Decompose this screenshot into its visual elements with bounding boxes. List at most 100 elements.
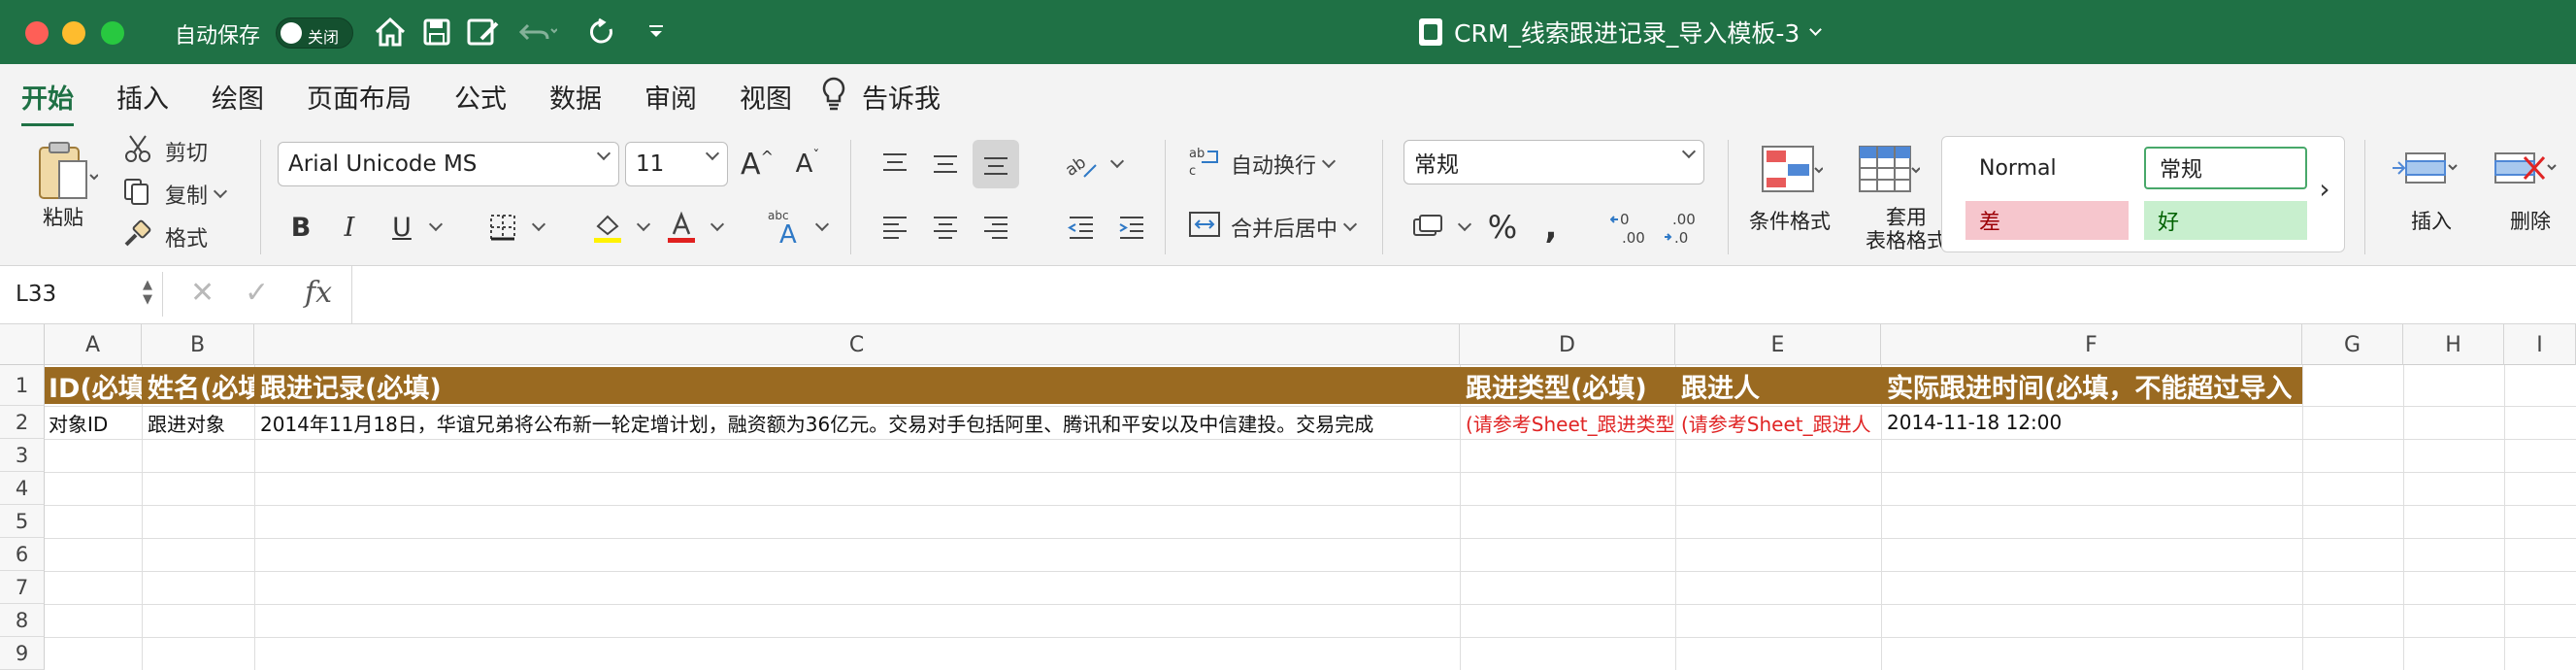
column-header-d[interactable]: D	[1460, 324, 1675, 365]
merge-center-button[interactable]: 合并后居中	[1188, 206, 1363, 249]
conditional-format-button[interactable]	[1747, 138, 1834, 202]
select-all-corner[interactable]	[0, 324, 45, 365]
align-bottom-icon[interactable]	[973, 140, 1019, 188]
align-top-icon[interactable]	[874, 142, 916, 186]
underline-options-icon[interactable]	[421, 206, 444, 249]
insert-cells-button[interactable]	[2382, 138, 2469, 202]
cell-f1[interactable]: 实际跟进时间(必填，不能超过导入	[1883, 367, 2302, 404]
row-header-9[interactable]: 9	[0, 637, 45, 670]
font-size-dropdown[interactable]: 11	[625, 142, 728, 186]
column-header-i[interactable]: I	[2504, 324, 2576, 365]
borders-options-icon[interactable]	[524, 206, 546, 249]
percent-style-icon[interactable]: %	[1481, 206, 1524, 249]
phonetic-icon[interactable]: abc A	[763, 204, 811, 251]
format-painter-button[interactable]: 格式	[122, 219, 239, 254]
column-header-c[interactable]: C	[254, 324, 1460, 365]
tab-tell-me[interactable]: 告诉我	[862, 78, 941, 123]
text-orientation-icon[interactable]: ab	[1056, 142, 1105, 186]
row-header-6[interactable]: 6	[0, 538, 45, 571]
cut-button[interactable]: 剪切	[124, 134, 241, 169]
tab-page-layout[interactable]: 页面布局	[307, 78, 412, 123]
column-header-e[interactable]: E	[1675, 324, 1881, 365]
cell-b2[interactable]: 跟进对象	[144, 406, 254, 439]
row-header-4[interactable]: 4	[0, 472, 45, 505]
style-good[interactable]: 好	[2144, 201, 2307, 240]
delete-cells-button[interactable]	[2481, 138, 2568, 202]
accounting-format-icon[interactable]	[1407, 206, 1450, 249]
row-header-1[interactable]: 1	[0, 365, 45, 406]
align-left-icon[interactable]	[874, 206, 916, 249]
increase-indent-icon[interactable]	[1110, 206, 1153, 249]
cell-c2[interactable]: 2014年11月18日，华谊兄弟将公布新一轮定增计划，融资额为36亿元。交易对手…	[256, 406, 1460, 439]
home-icon[interactable]	[371, 14, 410, 50]
font-name-dropdown[interactable]: Arial Unicode MS	[278, 142, 619, 186]
increase-font-size-icon[interactable]: A ^	[738, 142, 776, 186]
name-box[interactable]: L33 ▲ ▼	[0, 272, 163, 317]
edit-save-icon[interactable]	[464, 14, 503, 50]
underline-icon[interactable]: U	[384, 206, 419, 249]
align-center-icon[interactable]	[924, 206, 967, 249]
align-middle-icon[interactable]	[924, 142, 967, 186]
close-window-button[interactable]	[25, 21, 49, 45]
style-normal[interactable]: Normal	[1965, 149, 2129, 187]
tab-home[interactable]: 开始	[21, 78, 74, 127]
tab-formulas[interactable]: 公式	[454, 78, 507, 123]
cell-d2[interactable]: (请参考Sheet_跟进类型	[1462, 406, 1675, 439]
tab-review[interactable]: 审阅	[644, 78, 697, 123]
copy-button[interactable]: 复制	[122, 177, 239, 212]
column-header-a[interactable]: A	[45, 324, 142, 365]
bold-icon[interactable]: B	[283, 206, 318, 249]
decrease-font-size-icon[interactable]: Aˇ	[788, 142, 827, 186]
number-format-dropdown[interactable]: 常规	[1404, 140, 1704, 184]
minimize-window-button[interactable]	[62, 21, 85, 45]
autosave-toggle[interactable]: 关闭	[276, 17, 353, 49]
undo-icon[interactable]	[516, 14, 559, 50]
maximize-window-button[interactable]	[101, 21, 124, 45]
cell-d1[interactable]: 跟进类型(必填)	[1462, 367, 1675, 404]
tab-draw[interactable]: 绘图	[212, 78, 264, 123]
cancel-icon[interactable]: ✕	[190, 276, 215, 310]
increase-decimal-icon[interactable]: 0.00	[1607, 204, 1652, 251]
cell-a1[interactable]: ID(必填	[45, 367, 142, 404]
decrease-indent-icon[interactable]	[1060, 206, 1103, 249]
format-as-table-button[interactable]	[1844, 138, 1932, 202]
redo-icon[interactable]	[584, 14, 619, 50]
cell-b1[interactable]: 姓名(必填	[144, 367, 254, 404]
cell-e2[interactable]: (请参考Sheet_跟进人	[1677, 406, 1881, 439]
style-bad[interactable]: 差	[1965, 201, 2129, 240]
italic-icon[interactable]: I	[332, 206, 367, 249]
borders-icon[interactable]	[481, 206, 524, 249]
name-box-stepper-icon[interactable]: ▲ ▼	[143, 278, 152, 307]
tab-insert[interactable]: 插入	[116, 78, 169, 123]
font-color-icon[interactable]	[660, 206, 703, 249]
decrease-decimal-icon[interactable]: .00.0	[1660, 204, 1704, 251]
document-title[interactable]: CRM_线索跟进记录_导入模板-3	[1419, 16, 1823, 49]
customize-icon[interactable]	[644, 14, 668, 50]
column-header-b[interactable]: B	[142, 324, 254, 365]
fill-color-options-icon[interactable]	[629, 206, 651, 249]
paste-button[interactable]	[25, 136, 107, 208]
cell-e1[interactable]: 跟进人	[1677, 367, 1881, 404]
align-right-icon[interactable]	[974, 206, 1017, 249]
insert-function-icon[interactable]: fx	[305, 276, 332, 310]
comma-style-icon[interactable]: ,	[1534, 206, 1569, 249]
column-header-f[interactable]: F	[1881, 324, 2302, 365]
wrap-text-button[interactable]: ab c 自动换行	[1188, 142, 1343, 186]
fill-color-icon[interactable]	[586, 206, 629, 249]
chevron-right-icon[interactable]: ›	[2310, 169, 2339, 208]
phonetic-options-icon[interactable]	[808, 206, 830, 249]
style-general[interactable]: 常规	[2144, 147, 2307, 189]
tab-data[interactable]: 数据	[549, 78, 602, 123]
row-header-7[interactable]: 7	[0, 571, 45, 604]
accounting-options-icon[interactable]	[1450, 206, 1472, 249]
cell-c1[interactable]: 跟进记录(必填)	[256, 367, 1460, 404]
row-header-8[interactable]: 8	[0, 604, 45, 637]
tab-view[interactable]: 视图	[740, 78, 792, 123]
column-header-g[interactable]: G	[2302, 324, 2403, 365]
cell-a2[interactable]: 对象ID	[45, 406, 142, 439]
cell-f2[interactable]: 2014-11-18 12:00	[1883, 406, 2302, 439]
column-header-h[interactable]: H	[2403, 324, 2504, 365]
enter-icon[interactable]: ✓	[245, 276, 269, 310]
row-header-5[interactable]: 5	[0, 505, 45, 538]
font-color-options-icon[interactable]	[703, 206, 725, 249]
